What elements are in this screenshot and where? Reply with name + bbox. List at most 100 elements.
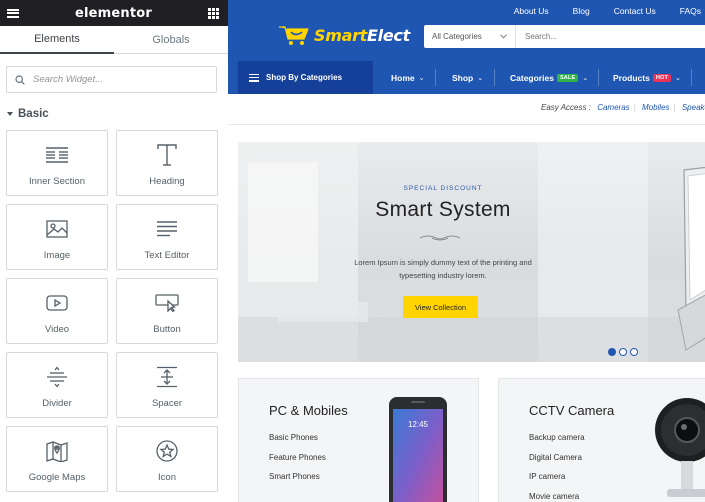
widget-label: Icon [158,472,176,483]
top-link-faqs[interactable]: FAQs [680,6,701,16]
chevron-down-icon: ⌄ [477,74,484,82]
hot-badge: HOT [652,73,672,82]
chevron-down-icon [500,34,507,39]
category-card-cctv-camera: CCTV Camera Backup camera Digital Camera… [498,378,705,502]
apps-grid-icon[interactable] [207,7,219,19]
heading-icon [157,144,177,166]
widget-label: Video [44,324,70,335]
card-link[interactable]: Smart Phones [269,472,326,492]
google-maps-icon [46,441,68,462]
image-icon [46,220,68,238]
star-icon [156,440,178,462]
nav-products[interactable]: Products HOT ⌄ [613,61,681,94]
widget-label: Google Maps [28,472,86,483]
widget-text-editor[interactable]: Text Editor [116,204,218,270]
cctv-camera-image [655,398,705,497]
hero-kicker: SPECIAL DISCOUNT [403,185,483,192]
site-header: About Us Blog Contact Us FAQs SmartElect… [228,0,705,94]
site-search-input[interactable] [516,32,686,41]
widget-image[interactable]: Image [6,204,108,270]
hero-background-image [238,142,705,362]
top-link-contact[interactable]: Contact Us [614,6,656,16]
nav-shop-label: Shop [452,72,474,83]
top-links: About Us Blog Contact Us FAQs [490,6,701,16]
category-select[interactable]: All Categories [424,25,516,48]
site-preview: About Us Blog Contact Us FAQs SmartElect… [228,0,705,502]
widget-inner-section[interactable]: Inner Section [6,130,108,196]
card-link[interactable]: Feature Phones [269,453,326,473]
brand-part1: Smart [314,25,368,45]
menu-icon[interactable] [7,8,19,18]
tab-globals[interactable]: Globals [114,26,228,53]
top-link-about[interactable]: About Us [514,6,549,16]
slider-dot-3[interactable] [630,348,638,356]
widget-button[interactable]: Button [116,278,218,344]
site-logo[interactable]: SmartElect [278,24,410,46]
nav-categories-label: Categories [510,72,554,83]
widget-label: Spacer [151,398,183,409]
widget-label: Divider [42,398,72,409]
card-title: CCTV Camera [529,403,615,418]
video-icon [46,295,68,311]
chevron-down-icon: ⌄ [675,74,681,82]
category-basic-toggle[interactable]: Basic [0,93,228,123]
widget-label: Button [153,324,181,335]
slider-dots [608,348,638,356]
widget-label: Heading [149,176,185,187]
widget-heading[interactable]: Heading [116,130,218,196]
nav-home[interactable]: Home ⌄ [391,61,425,94]
easy-link-cameras[interactable]: Cameras [597,103,629,112]
divider-icon [47,366,67,388]
card-title: PC & Mobiles [269,403,348,418]
widget-google-maps[interactable]: Google Maps [6,426,108,492]
panel-header: elementor [0,0,228,26]
shop-by-label: Shop By Categories [266,73,343,82]
chevron-down-icon: ⌄ [418,74,425,82]
slider-dot-1[interactable] [608,348,616,356]
easy-access-label: Easy Access : [541,103,591,112]
panel-tabs: Elements Globals [0,26,228,54]
card-link[interactable]: Basic Phones [269,433,326,453]
shop-by-categories[interactable]: Shop By Categories [238,61,373,94]
category-select-value: All Categories [432,32,482,41]
site-search-bar: All Categories [424,25,705,48]
cart-logo-icon [279,26,309,45]
nav-shop[interactable]: Shop ⌄ [452,61,483,94]
hero-title: Smart System [375,198,511,221]
widget-label: Image [43,250,71,261]
card-link[interactable]: Movie camera [529,492,585,502]
widget-video[interactable]: Video [6,278,108,344]
card-link[interactable]: Digital Camera [529,453,585,473]
elementor-logo: elementor [74,5,153,21]
spacer-icon [157,366,177,388]
easy-link-speakers[interactable]: Speakers [682,103,705,112]
hero-description: Lorem Ipsum is simply dummy text of the … [338,256,548,282]
top-link-blog[interactable]: Blog [573,6,590,16]
hero-slider: SPECIAL DISCOUNT Smart System Lorem Ipsu… [238,142,705,362]
search-widget-input[interactable] [33,74,203,85]
easy-link-mobiles[interactable]: Mobiles [642,103,670,112]
view-collection-button[interactable]: View Collection [403,296,478,318]
caret-down-icon [7,112,13,116]
ornament-divider-icon [419,235,461,241]
text-editor-icon [157,221,177,237]
card-link[interactable]: IP camera [529,472,585,492]
widget-spacer[interactable]: Spacer [116,352,218,418]
tab-elements[interactable]: Elements [0,26,114,54]
menu-icon [249,73,259,82]
easy-access-bar: Easy Access : Cameras| Mobiles| Speakers [228,94,705,125]
category-card-pc-mobiles: PC & Mobiles Basic Phones Feature Phones… [238,378,479,502]
nav-home-label: Home [391,72,415,83]
card-link[interactable]: Backup camera [529,433,585,453]
nav-products-label: Products [613,72,650,83]
slider-dot-2[interactable] [619,348,627,356]
widget-icon[interactable]: Icon [116,426,218,492]
nav-categories[interactable]: Categories SALE ⌄ [510,61,588,94]
smartphone-image: 12:45 [389,397,447,502]
hero-desc-line1: Lorem Ipsum is simply dummy text of the … [354,258,532,267]
widget-search [6,66,217,93]
category-title: Basic [18,108,49,120]
widget-label: Text Editor [144,250,190,261]
widget-divider[interactable]: Divider [6,352,108,418]
main-nav: Shop By Categories Home ⌄ Shop ⌄ Categorie… [228,61,705,94]
